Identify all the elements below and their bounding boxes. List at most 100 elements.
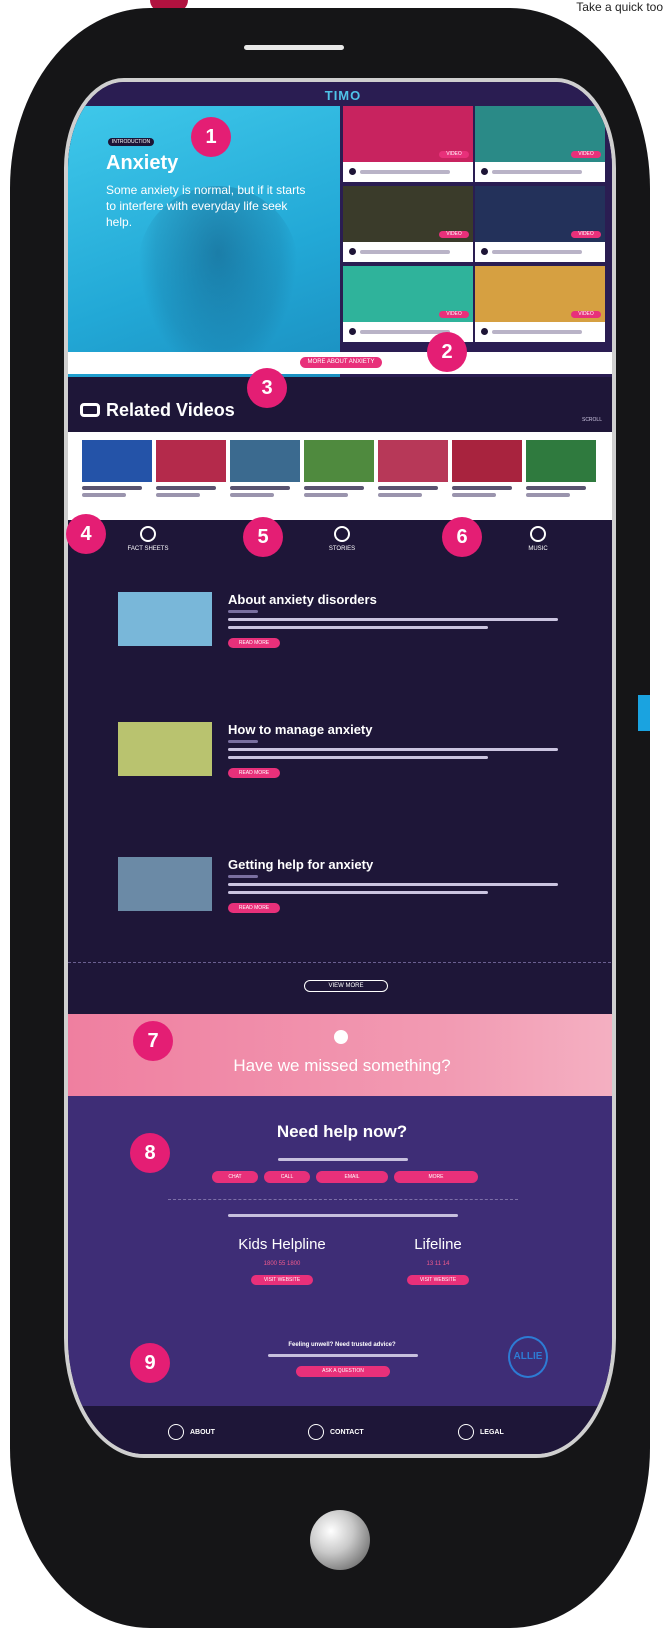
related-video-item[interactable] (156, 440, 226, 497)
video-tile[interactable]: VIDEO (475, 106, 605, 182)
video-tile[interactable]: VIDEO (475, 266, 605, 342)
related-video-item[interactable] (230, 440, 300, 497)
article-text (228, 748, 558, 751)
related-video-caption (304, 493, 348, 497)
kids-helpline-logo: Kids Helpline (238, 1236, 326, 1253)
brand-logo[interactable]: TIMO (318, 88, 368, 103)
related-video-thumbnail (526, 440, 596, 482)
callout-marker: 2 (427, 332, 467, 372)
stories-icon (334, 526, 350, 542)
org-phone[interactable]: 13 11 14 (378, 1261, 498, 1267)
related-video-thumbnail (156, 440, 226, 482)
related-video-caption (156, 493, 200, 497)
help-call-button[interactable]: CALL (264, 1171, 310, 1183)
org-lifeline: Lifeline 13 11 14 VISIT WEBSITE (378, 1236, 498, 1285)
help-options: CHAT CALL EMAIL MORE (212, 1171, 482, 1183)
related-video-item[interactable] (378, 440, 448, 497)
related-videos-carousel (68, 432, 612, 520)
play-icon (349, 248, 356, 255)
footer-about[interactable]: ABOUT (168, 1424, 215, 1440)
video-thumbnail: VIDEO (475, 106, 605, 162)
related-videos-nav[interactable]: SCROLL (582, 417, 602, 423)
video-tile[interactable]: VIDEO (475, 186, 605, 262)
feedback-side-tab[interactable] (638, 695, 650, 731)
article-text (228, 618, 558, 621)
phone-home-button[interactable] (310, 1510, 370, 1570)
article-text (228, 883, 558, 886)
article-title[interactable]: About anxiety disorders (228, 592, 377, 607)
play-icon (481, 248, 488, 255)
visit-website-button[interactable]: VISIT WEBSITE (251, 1275, 313, 1285)
article-meta (228, 740, 258, 743)
callout-marker: 4 (66, 514, 106, 554)
help-email-button[interactable]: EMAIL (316, 1171, 388, 1183)
ask-question-button[interactable]: ASK A QUESTION (296, 1366, 390, 1377)
video-tag: VIDEO (439, 311, 469, 318)
video-thumbnail: VIDEO (475, 266, 605, 322)
related-video-thumbnail (452, 440, 522, 482)
related-video-caption (452, 493, 496, 497)
read-more-button[interactable]: READ MORE (228, 903, 280, 913)
video-tag: VIDEO (571, 151, 601, 158)
hero-section: TIMO INTRODUCTION Anxiety Some anxiety i… (68, 82, 612, 377)
video-camera-icon (80, 403, 100, 417)
video-tag: VIDEO (439, 231, 469, 238)
tab-label: STORIES (328, 546, 356, 552)
related-video-caption (82, 493, 126, 497)
footer-contact[interactable]: CONTACT (308, 1424, 364, 1440)
help-text (268, 1354, 418, 1357)
play-icon (481, 328, 488, 335)
tab-label: FACT SHEETS (127, 546, 169, 552)
view-more-button[interactable]: VIEW MORE (304, 980, 388, 992)
video-tile[interactable]: VIDEO (343, 106, 473, 182)
related-video-item[interactable] (526, 440, 596, 497)
hero-subtitle: Some anxiety is normal, but if it starts… (106, 183, 306, 229)
related-video-item[interactable] (452, 440, 522, 497)
video-tile[interactable]: VIDEO (343, 266, 473, 342)
article-item: How to manage anxiety READ MORE (118, 722, 588, 802)
related-videos-title: Related Videos (106, 400, 235, 420)
video-thumbnail: VIDEO (343, 266, 473, 322)
category-tabs: FACT SHEETS STORIES MUSIC (68, 522, 612, 572)
footer-legal[interactable]: LEGAL (458, 1424, 504, 1440)
org-phone[interactable]: 1800 55 1800 (222, 1261, 342, 1267)
footer-label: LEGAL (480, 1428, 504, 1436)
related-video-caption (526, 493, 570, 497)
related-video-caption (304, 486, 364, 490)
phone-frame: TIMO INTRODUCTION Anxiety Some anxiety i… (10, 8, 650, 1628)
video-title-line (492, 330, 582, 334)
allie-chatbot-icon[interactable]: ALLIE (508, 1336, 548, 1378)
org-kids-helpline: Kids Helpline 1800 55 1800 VISIT WEBSITE (222, 1236, 342, 1285)
help-text (278, 1158, 408, 1161)
callout-marker: 5 (243, 517, 283, 557)
video-tile[interactable]: VIDEO (343, 186, 473, 262)
tab-fact-sheets[interactable]: FACT SHEETS (118, 526, 178, 552)
visit-website-button[interactable]: VISIT WEBSITE (407, 1275, 469, 1285)
related-video-caption (230, 493, 274, 497)
video-thumbnail: VIDEO (475, 186, 605, 242)
related-video-item[interactable] (304, 440, 374, 497)
article-meta (228, 610, 258, 613)
tab-music[interactable]: MUSIC (508, 526, 568, 552)
article-image[interactable] (118, 722, 212, 776)
help-chat-button[interactable]: CHAT (212, 1171, 258, 1183)
article-item: About anxiety disorders READ MORE (118, 592, 588, 672)
footer-label: ABOUT (190, 1428, 215, 1436)
divider (68, 962, 612, 963)
related-videos-heading: Related Videos (80, 400, 235, 421)
read-more-button[interactable]: READ MORE (228, 638, 280, 648)
more-bar: MORE ABOUT ANXIETY (68, 352, 612, 374)
read-more-button[interactable]: READ MORE (228, 768, 280, 778)
article-title[interactable]: How to manage anxiety (228, 722, 372, 737)
article-title[interactable]: Getting help for anxiety (228, 857, 373, 872)
tab-stories[interactable]: STORIES (312, 526, 372, 552)
related-video-item[interactable] (82, 440, 152, 497)
info-icon (168, 1424, 184, 1440)
help-more-button[interactable]: MORE (394, 1171, 478, 1183)
related-video-caption (230, 486, 290, 490)
article-image[interactable] (118, 857, 212, 911)
article-image[interactable] (118, 592, 212, 646)
more-about-button[interactable]: MORE ABOUT ANXIETY (300, 357, 382, 368)
article-text (228, 756, 488, 759)
video-tag: VIDEO (439, 151, 469, 158)
